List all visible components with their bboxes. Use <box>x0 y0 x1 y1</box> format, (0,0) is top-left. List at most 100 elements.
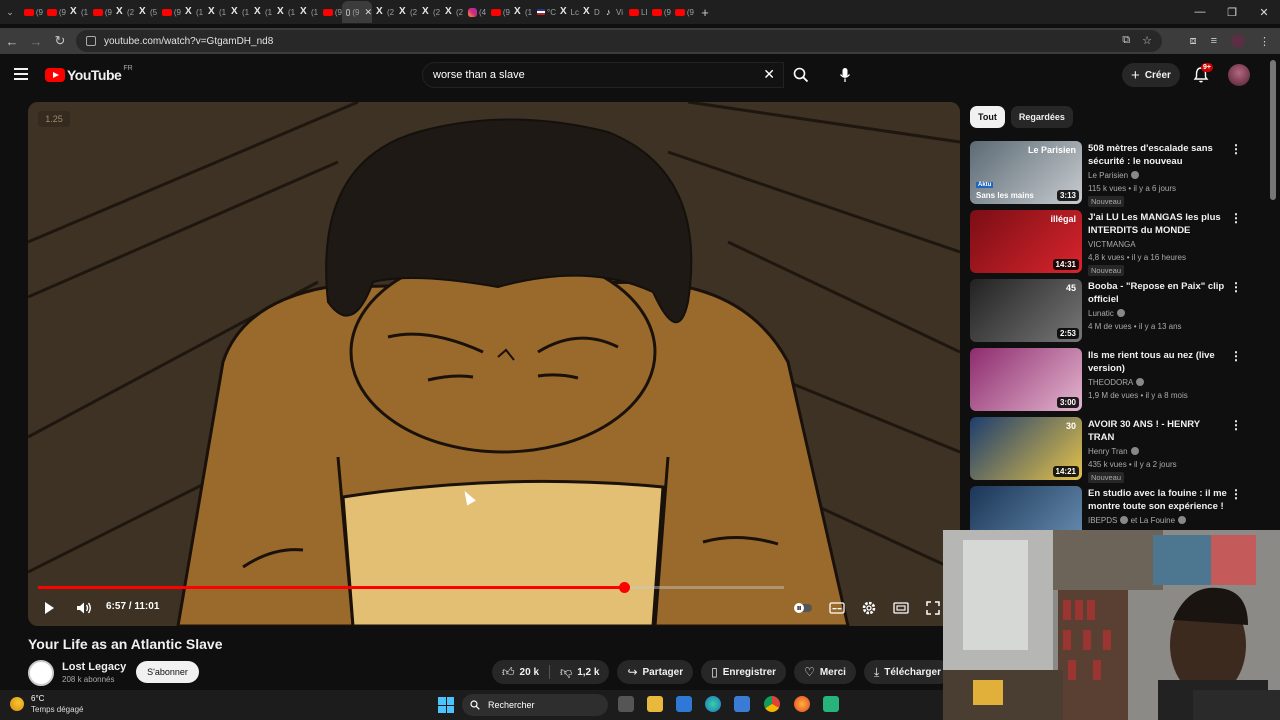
recommendation-title[interactable]: 508 mètres d'escalade sans sécurité : le… <box>1088 142 1228 169</box>
play-button[interactable] <box>38 596 60 620</box>
save-button[interactable]: ▯ Enregistrer <box>701 660 787 684</box>
chip-all[interactable]: Tout <box>970 106 1005 128</box>
browser-tab[interactable]: X (1 <box>181 2 204 22</box>
search-input[interactable]: worse than a slave ✕ <box>422 62 784 88</box>
progress-bar[interactable] <box>38 582 784 593</box>
subscribe-button[interactable]: S'abonner <box>136 661 199 683</box>
site-info-icon[interactable] <box>86 36 96 46</box>
reload-icon[interactable]: ↻ <box>48 29 72 53</box>
browser-tab[interactable]: X (2 <box>372 2 395 22</box>
more-icon[interactable]: ⋮ <box>1230 281 1242 293</box>
browser-tab[interactable]: (9 <box>487 2 510 22</box>
profile-avatar[interactable] <box>1231 34 1245 48</box>
tab-search-icon[interactable]: ⌄ <box>0 0 20 24</box>
like-button[interactable]: 👍︎ 20 k <box>492 660 549 684</box>
video-thumbnail[interactable]: 30 14:21 <box>970 417 1082 480</box>
page-scrollbar[interactable] <box>1270 60 1276 200</box>
channel-avatar[interactable] <box>28 660 54 686</box>
new-tab-button[interactable]: + <box>694 5 716 20</box>
video-thumbnail[interactable]: Le Parisien Aktu Sans les mains 3:13 <box>970 141 1082 204</box>
browser-tab[interactable]: X (2 <box>395 2 418 22</box>
task-view-icon[interactable] <box>618 696 634 712</box>
clear-search-icon[interactable]: ✕ <box>763 66 775 83</box>
progress-scrubber[interactable] <box>618 582 630 593</box>
chrome-icon[interactable] <box>764 696 780 712</box>
search-button[interactable] <box>784 62 818 88</box>
install-icon[interactable]: ⧉ <box>1122 34 1130 47</box>
media-icon[interactable]: ≡ <box>1211 35 1217 47</box>
notifications-button[interactable]: 9+ <box>1192 63 1213 86</box>
browser-tab[interactable]: (9 <box>20 2 43 22</box>
address-bar[interactable]: youtube.com/watch?v=GtgamDH_nd8 ⧉ ☆ <box>76 30 1162 52</box>
more-icon[interactable]: ⋮ <box>1230 488 1242 500</box>
browser-tab[interactable]: (9 <box>319 2 342 22</box>
settings-button[interactable] <box>858 596 880 620</box>
subtitles-button[interactable] <box>826 596 848 620</box>
browser-tab[interactable]: X (1 <box>510 2 533 22</box>
browser-tab[interactable]: X (2 <box>112 2 135 22</box>
more-icon[interactable]: ⋮ <box>1230 350 1242 362</box>
taskbar-search[interactable]: Rechercher <box>462 694 608 716</box>
browser-tab[interactable]: (9 <box>43 2 66 22</box>
miniplayer-button[interactable] <box>890 596 912 620</box>
browser-tab[interactable]: X (1 <box>250 2 273 22</box>
browser-tab[interactable]: X (1 <box>204 2 227 22</box>
browser-tab[interactable]: X (1 <box>273 2 296 22</box>
youtube-logo[interactable]: YouTube FR <box>45 65 133 83</box>
mute-button[interactable] <box>72 596 96 620</box>
weather-icon[interactable] <box>10 697 24 711</box>
forward-icon[interactable]: → <box>24 29 48 53</box>
bookmark-star-icon[interactable]: ☆ <box>1142 34 1152 47</box>
recommendation-channel[interactable]: VICTMANGA <box>1088 240 1136 249</box>
dislike-button[interactable]: 👎︎ 1,2 k <box>550 660 609 684</box>
close-tab-icon[interactable]: ✕ <box>364 7 372 18</box>
browser-tab[interactable]: ♪ Vi <box>602 2 625 22</box>
browser-tab[interactable]: (4 <box>464 2 487 22</box>
minimize-icon[interactable]: — <box>1184 0 1216 24</box>
browser-tab[interactable]: °C <box>533 2 556 22</box>
browser-tab[interactable]: X (2 <box>418 2 441 22</box>
browser-tab[interactable]: X (5 <box>135 2 158 22</box>
more-icon[interactable]: ⋮ <box>1230 419 1242 431</box>
menu-icon[interactable] <box>14 68 28 80</box>
browser-tab[interactable]: X Lc <box>556 2 579 22</box>
channel-name[interactable]: Lost Legacy <box>62 661 126 673</box>
browser-tab[interactable]: X (1 <box>227 2 250 22</box>
recommendation-item[interactable]: Le Parisien Aktu Sans les mains 3:13 508 mèt… <box>970 141 1246 210</box>
browser-tab[interactable]: (9 <box>158 2 181 22</box>
video-thumbnail[interactable]: illégal 14:31 <box>970 210 1082 273</box>
browser-tab[interactable]: (9 <box>671 2 694 22</box>
recommendation-title[interactable]: J'ai LU Les MANGAS les plus INTERDITS du… <box>1088 211 1228 237</box>
recommendation-channel[interactable]: THEODORA <box>1088 378 1145 387</box>
create-button[interactable]: + Créer <box>1122 63 1180 87</box>
back-icon[interactable]: ← <box>0 29 24 53</box>
browser-tab[interactable]: LI <box>625 2 648 22</box>
recommendation-channel[interactable]: IBEPDS et La Fouine <box>1088 516 1187 525</box>
store-icon[interactable] <box>734 696 750 712</box>
autoplay-toggle[interactable] <box>792 596 814 620</box>
fullscreen-button[interactable] <box>922 596 944 620</box>
browser-tab[interactable]: X (1 <box>66 2 89 22</box>
app-icon[interactable] <box>823 696 839 712</box>
firefox-icon[interactable] <box>794 696 810 712</box>
video-player[interactable]: 1.25 6:57 / 11:01 <box>28 102 960 626</box>
chip-watched[interactable]: Regardées <box>1010 106 1073 128</box>
recommendation-channel[interactable]: Le Parisien <box>1088 171 1140 180</box>
recommendation-title[interactable]: Booba - "Repose en Paix" clip officiel <box>1088 280 1228 306</box>
video-thumbnail[interactable]: 45 2:53 <box>970 279 1082 342</box>
recommendation-title[interactable]: En studio avec la fouine : il me montre … <box>1088 487 1228 513</box>
download-button[interactable]: ⤓ Télécharger <box>863 660 951 684</box>
recommendation-title[interactable]: AVOIR 30 ANS ! - HENRY TRAN <box>1088 418 1228 444</box>
browser-tab[interactable]: (9 ✕ <box>342 1 372 23</box>
browser-tab[interactable]: X (2 <box>441 2 464 22</box>
voice-search-button[interactable] <box>831 62 859 88</box>
restore-icon[interactable]: ❐ <box>1216 0 1248 24</box>
more-icon[interactable]: ⋮ <box>1230 143 1242 155</box>
file-explorer-icon[interactable] <box>647 696 663 712</box>
browser-tab[interactable]: XD <box>579 2 602 22</box>
recommendation-title[interactable]: Ils me rient tous au nez (live version) <box>1088 349 1228 375</box>
recommendation-item[interactable]: 45 2:53 Booba - "Repose en Paix" clip offi… <box>970 279 1246 348</box>
video-thumbnail[interactable]: 3:00 <box>970 348 1082 411</box>
close-window-icon[interactable]: ✕ <box>1248 0 1280 24</box>
recommendation-channel[interactable]: Henry Tran <box>1088 447 1139 456</box>
